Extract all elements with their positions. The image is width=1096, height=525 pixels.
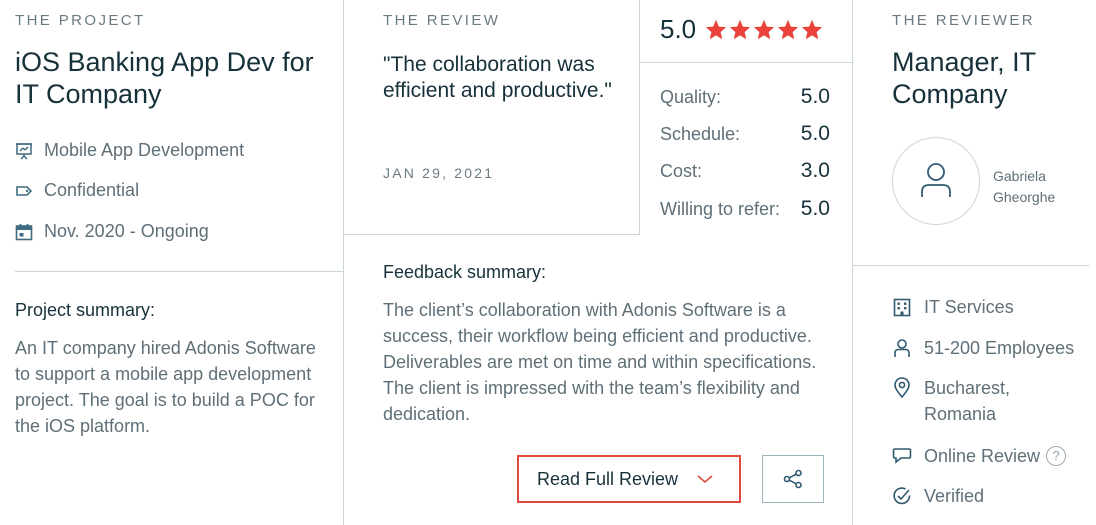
overall-rating-value: 5.0 xyxy=(660,14,697,44)
map-pin-icon xyxy=(892,375,912,401)
score-row-willing-to-refer: Willing to refer: 5.0 xyxy=(660,197,830,221)
calendar-icon xyxy=(15,223,33,241)
feedback-heading: Feedback summary: xyxy=(383,262,547,282)
verified-label: Verified xyxy=(924,486,985,506)
score-row-quality: Quality: 5.0 xyxy=(660,85,830,109)
budget-label: Confidential xyxy=(44,180,140,200)
review-type-label: Online Review xyxy=(924,446,1041,466)
review-quote: "The collaboration was efficient and pro… xyxy=(383,53,612,102)
rating-box: 5.0 Quality: 5.0 Schedule: 5.0 Cost: 3.0… xyxy=(639,0,854,234)
review-section-label: THE REVIEW xyxy=(383,12,501,29)
company-size-label: 51-200 Employees xyxy=(924,338,1075,358)
chat-bubble-icon xyxy=(892,443,912,469)
location-label: Bucharest, Romania xyxy=(924,378,1011,424)
read-full-review-label: Read Full Review xyxy=(537,468,679,489)
service-row: Mobile App Development xyxy=(15,140,244,161)
project-column: THE PROJECT iOS Banking App Dev for IT C… xyxy=(0,0,344,525)
chevron-down-icon xyxy=(696,474,714,484)
price-tag-icon xyxy=(15,182,33,200)
service-label: Mobile App Development xyxy=(44,140,245,160)
read-full-review-button[interactable]: Read Full Review xyxy=(517,455,741,503)
review-type-row: Online Review ? xyxy=(892,443,1067,469)
dates-label: Nov. 2020 - Ongoing xyxy=(44,221,209,241)
overall-rating: 5.0 xyxy=(660,14,824,45)
project-summary-text: An IT company hired Adonis Software to s… xyxy=(15,338,316,436)
industry-label: IT Services xyxy=(924,297,1014,317)
score-label: Cost: xyxy=(660,161,703,181)
location-row: Bucharest, Romania xyxy=(892,375,1072,427)
review-divider xyxy=(344,234,640,235)
check-circle-icon xyxy=(892,483,912,509)
score-value: 5.0 xyxy=(800,197,830,220)
person-icon xyxy=(892,335,912,361)
reviewer-column: THE REVIEWER Manager, IT Company Gabriel… xyxy=(853,0,1096,525)
star-icon xyxy=(705,19,727,39)
project-summary-heading: Project summary: xyxy=(15,300,156,320)
user-icon xyxy=(914,159,958,203)
star-rating xyxy=(704,18,824,42)
score-value: 3.0 xyxy=(800,159,830,182)
star-icon xyxy=(753,19,775,39)
review-date: JAN 29, 2021 xyxy=(383,165,495,181)
presentation-board-icon xyxy=(15,142,33,160)
star-icon xyxy=(801,19,823,39)
reviewer-divider xyxy=(853,265,1089,266)
project-divider xyxy=(15,271,343,272)
score-row-schedule: Schedule: 5.0 xyxy=(660,122,830,146)
score-value: 5.0 xyxy=(800,122,830,145)
review-column: THE REVIEW "The collaboration was effici… xyxy=(343,0,854,525)
company-size-row: 51-200 Employees xyxy=(892,335,1074,361)
reviewer-name: Gabriela Gheorghe xyxy=(993,168,1056,205)
feedback-text: The client’s collaboration with Adonis S… xyxy=(383,300,817,424)
dates-row: Nov. 2020 - Ongoing xyxy=(15,221,209,242)
building-icon xyxy=(892,294,912,320)
reviewer-section-label: THE REVIEWER xyxy=(892,12,1035,29)
score-label: Schedule: xyxy=(660,124,741,144)
industry-row: IT Services xyxy=(892,294,1014,320)
score-row-cost: Cost: 3.0 xyxy=(660,159,830,183)
help-icon[interactable]: ? xyxy=(1046,446,1067,466)
rating-divider xyxy=(640,62,854,63)
project-section-label: THE PROJECT xyxy=(15,12,146,29)
avatar xyxy=(892,137,980,225)
score-label: Quality: xyxy=(660,87,722,107)
star-icon xyxy=(777,19,799,39)
score-label: Willing to refer: xyxy=(660,199,781,219)
reviewer-title: Manager, IT Company xyxy=(892,47,1036,109)
budget-row: Confidential xyxy=(15,180,139,201)
score-value: 5.0 xyxy=(800,85,830,108)
verified-row: Verified xyxy=(892,483,984,509)
share-button[interactable] xyxy=(762,455,824,503)
project-title: iOS Banking App Dev for IT Company xyxy=(15,47,314,109)
share-icon xyxy=(782,468,804,490)
star-icon xyxy=(729,19,751,39)
